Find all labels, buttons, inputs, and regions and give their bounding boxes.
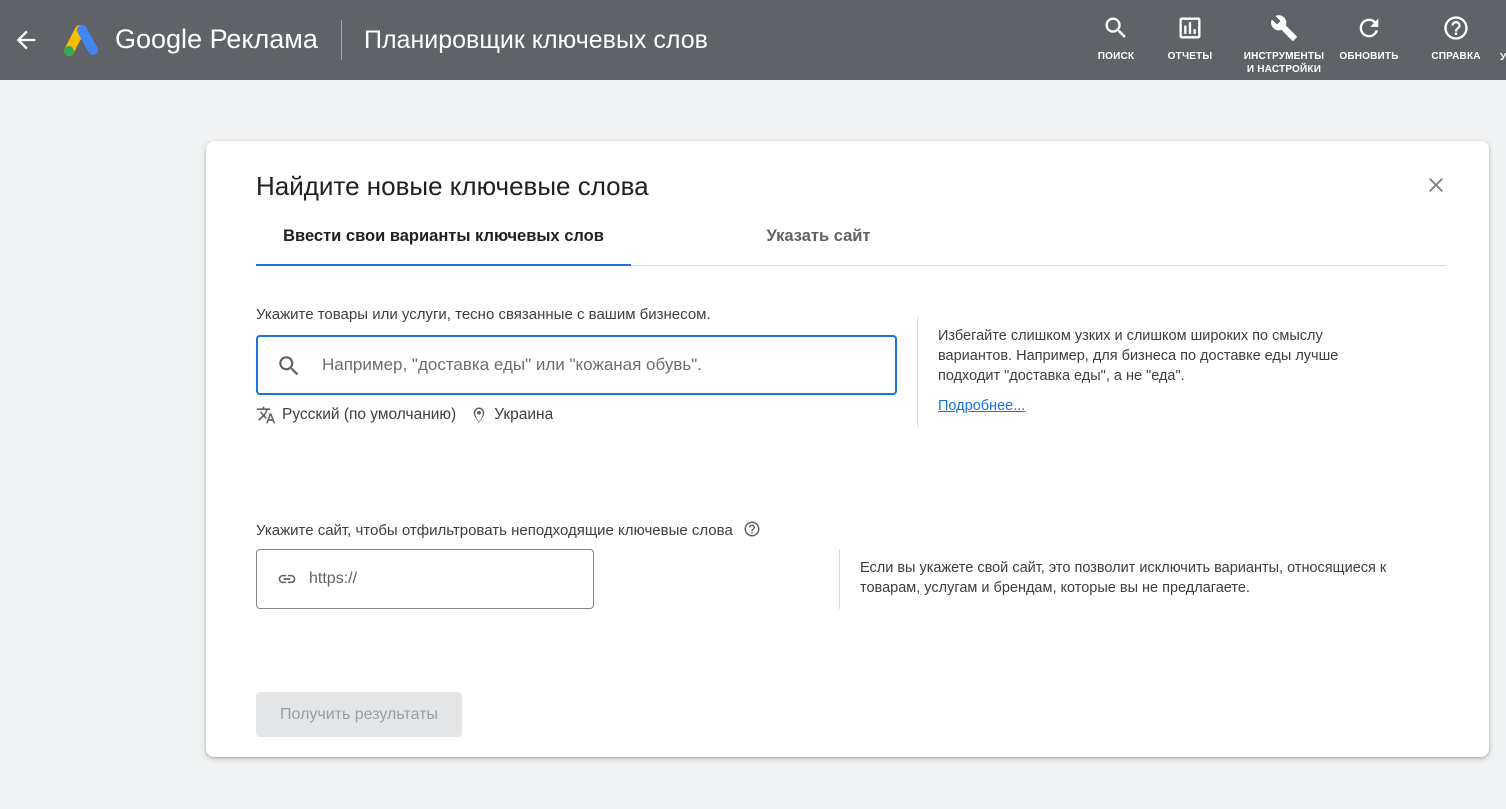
wrench-icon <box>1271 15 1297 41</box>
location-pin-icon <box>473 407 485 423</box>
dialog-title: Найдите новые ключевые слова <box>256 171 649 201</box>
google-ads-logo-icon <box>64 25 98 56</box>
reports-icon <box>1179 17 1201 39</box>
site-label-row: Укажите сайт, чтобы отфильтровать неподх… <box>256 520 761 539</box>
keywords-field[interactable] <box>256 335 897 395</box>
site-label: Укажите сайт, чтобы отфильтровать неподх… <box>256 522 733 539</box>
language-selector[interactable]: Русский (по умолчанию) <box>256 405 456 425</box>
page-title: Планировщик ключевых слов <box>364 26 708 54</box>
location-value: Украина <box>494 406 554 423</box>
get-results-button[interactable]: Получить результаты <box>256 692 462 737</box>
header-reports-label: ОТЧЕТЫ <box>1167 51 1213 62</box>
search-icon <box>1105 17 1126 38</box>
header-refresh-label: ОБНОВИТЬ <box>1339 51 1399 62</box>
tab-bar: Ввести свои варианты ключевых слов Указа… <box>256 221 1446 266</box>
targeting-row: Русский (по умолчанию) Украина <box>256 405 553 425</box>
header-refresh-button[interactable]: ОБНОВИТЬ <box>1324 14 1414 63</box>
header-cut-label[interactable]: У <box>1500 52 1506 63</box>
close-icon[interactable] <box>1424 173 1448 197</box>
learn-more-link[interactable]: Подробнее... <box>938 396 1025 416</box>
site-url-input[interactable] <box>309 566 579 592</box>
help-icon <box>1444 16 1468 40</box>
link-icon <box>278 574 296 584</box>
search-icon <box>279 356 299 376</box>
language-value: Русский (по умолчанию) <box>282 406 457 423</box>
keywords-help-text: Избегайте слишком узких и слишком широки… <box>938 328 1339 384</box>
header-tools-label-line2: И НАСТРОЙКИ <box>1246 64 1322 75</box>
header-tools-label: ИНСТРУМЕНТЫ И НАСТРОЙКИ <box>1239 50 1329 76</box>
keyword-discovery-dialog: Найдите новые ключевые слова Ввести свои… <box>206 141 1489 757</box>
location-selector[interactable]: Украина <box>470 406 553 424</box>
keywords-input[interactable] <box>322 351 882 379</box>
site-help-divider <box>839 549 840 609</box>
header-tools-label-line1: ИНСТРУМЕНТЫ <box>1243 51 1325 62</box>
keywords-help-divider <box>917 316 918 427</box>
site-help-text: Если вы укажете свой сайт, это позволит … <box>860 560 1387 596</box>
site-url-field[interactable] <box>256 549 594 609</box>
back-arrow-icon[interactable] <box>12 26 40 54</box>
help-question-icon[interactable] <box>743 520 761 538</box>
keywords-label: Укажите товары или услуги, тесно связанн… <box>256 306 711 323</box>
header-help-label: СПРАВКА <box>1431 51 1481 62</box>
header-reports-button[interactable]: ОТЧЕТЫ <box>1145 14 1235 63</box>
product-name: Google Реклама <box>115 24 318 54</box>
header-help-button[interactable]: СПРАВКА <box>1411 14 1501 63</box>
keywords-help: Избегайте слишком узких и слишком широки… <box>938 326 1358 416</box>
refresh-icon <box>1359 18 1379 38</box>
header-divider <box>341 20 342 60</box>
translate-icon <box>256 406 276 424</box>
top-app-bar: Google Реклама Планировщик ключевых слов… <box>0 0 1506 80</box>
tab-enter-site[interactable]: Указать сайт <box>631 221 1006 266</box>
tab-enter-keywords[interactable]: Ввести свои варианты ключевых слов <box>256 221 631 266</box>
header-tools-button[interactable]: ИНСТРУМЕНТЫ И НАСТРОЙКИ <box>1239 14 1329 76</box>
